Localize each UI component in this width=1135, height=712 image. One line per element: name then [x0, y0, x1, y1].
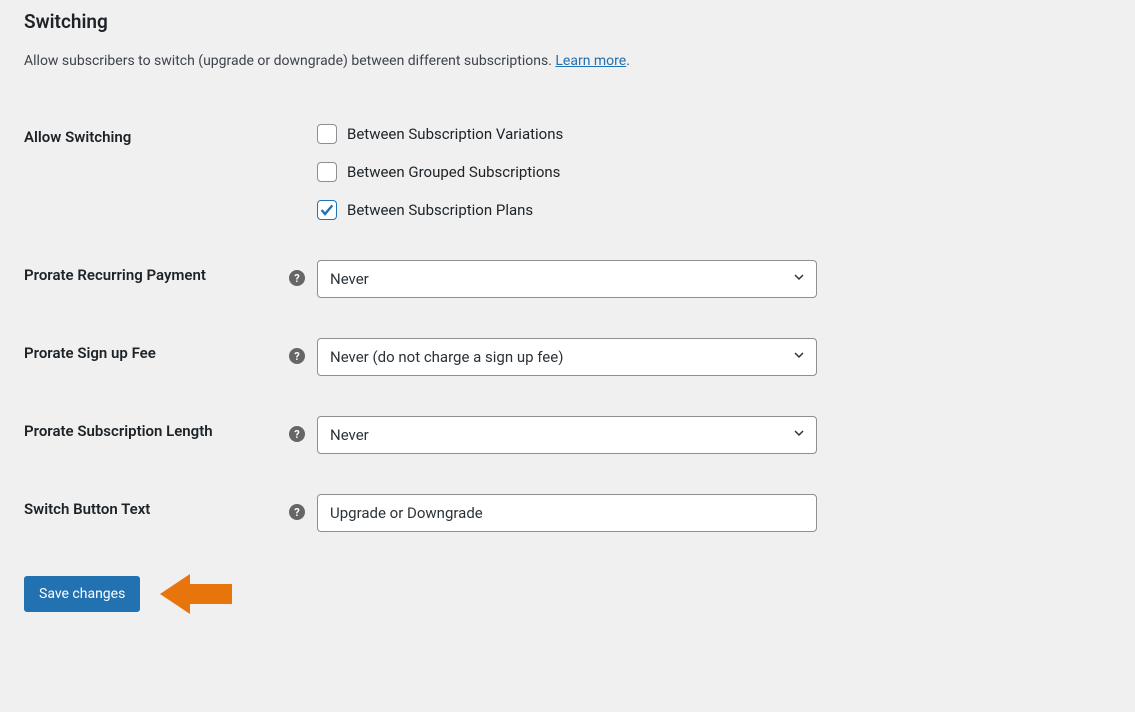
label-allow-switching: Allow Switching — [24, 122, 289, 146]
option-variations[interactable]: Between Subscription Variations — [317, 124, 817, 144]
option-plans[interactable]: Between Subscription Plans — [317, 200, 817, 220]
help-icon[interactable]: ? — [289, 426, 305, 442]
allow-switching-options: Between Subscription Variations Between … — [317, 122, 817, 220]
checkbox-variations[interactable] — [317, 124, 337, 144]
save-row: Save changes — [24, 572, 1135, 616]
help-icon[interactable]: ? — [289, 348, 305, 364]
section-description-text: Allow subscribers to switch (upgrade or … — [24, 53, 555, 69]
checkbox-label: Between Grouped Subscriptions — [347, 163, 560, 181]
input-switch-button-text[interactable] — [317, 494, 817, 532]
checkbox-label: Between Subscription Plans — [347, 201, 533, 219]
row-switch-button-text: Switch Button Text ? — [24, 494, 1135, 532]
option-grouped[interactable]: Between Grouped Subscriptions — [317, 162, 817, 182]
learn-more-link[interactable]: Learn more — [555, 53, 626, 69]
row-prorate-recurring: Prorate Recurring Payment ? Never — [24, 260, 1135, 298]
checkbox-label: Between Subscription Variations — [347, 125, 563, 143]
checkbox-plans[interactable] — [317, 200, 337, 220]
select-prorate-length[interactable]: Never — [317, 416, 817, 454]
checkbox-grouped[interactable] — [317, 162, 337, 182]
help-icon[interactable]: ? — [289, 504, 305, 520]
save-button[interactable]: Save changes — [24, 576, 140, 612]
label-prorate-length: Prorate Subscription Length — [24, 416, 289, 440]
label-prorate-signup: Prorate Sign up Fee — [24, 338, 289, 362]
help-icon[interactable]: ? — [289, 270, 305, 286]
label-prorate-recurring: Prorate Recurring Payment — [24, 260, 289, 284]
label-switch-button-text: Switch Button Text — [24, 494, 289, 518]
section-description: Allow subscribers to switch (upgrade or … — [24, 51, 1135, 72]
period: . — [626, 53, 630, 69]
select-prorate-recurring[interactable]: Never — [317, 260, 817, 298]
row-allow-switching: Allow Switching Between Subscription Var… — [24, 122, 1135, 220]
select-prorate-signup[interactable]: Never (do not charge a sign up fee) — [317, 338, 817, 376]
row-prorate-signup: Prorate Sign up Fee ? Never (do not char… — [24, 338, 1135, 376]
row-prorate-length: Prorate Subscription Length ? Never — [24, 416, 1135, 454]
annotation-arrow-icon — [160, 572, 232, 616]
section-title: Switching — [24, 10, 1135, 33]
